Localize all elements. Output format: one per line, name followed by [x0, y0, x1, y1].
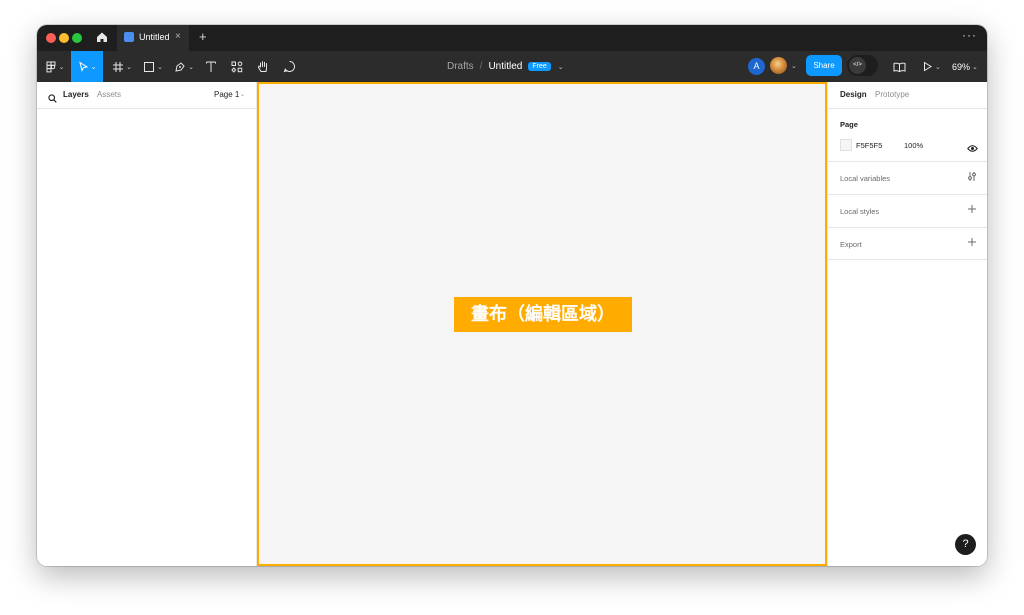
- close-window-button[interactable]: [46, 33, 56, 43]
- resources-button[interactable]: [228, 51, 246, 82]
- dev-mode-code-icon: </>: [849, 57, 866, 74]
- rectangle-tool-icon: [144, 61, 155, 72]
- text-tool-button[interactable]: [202, 51, 220, 82]
- file-tab[interactable]: Untitled ×: [117, 25, 189, 51]
- avatar-chevron-down-icon[interactable]: ⌄: [791, 62, 797, 70]
- text-tool-icon: [206, 61, 216, 72]
- frame-tool-button[interactable]: ⌄: [109, 51, 135, 82]
- home-icon[interactable]: [95, 30, 109, 44]
- page-chevron-down-icon[interactable]: ⌄: [240, 91, 245, 98]
- canvas-annotation-label: 畫布（編輯區域）: [454, 297, 632, 332]
- library-book-icon[interactable]: [893, 51, 906, 82]
- page-section: Page: [828, 108, 987, 162]
- resources-icon: [231, 61, 243, 73]
- local-styles-label: Local styles: [840, 207, 880, 216]
- figma-file-icon: [124, 32, 134, 42]
- more-options-icon[interactable]: ···: [962, 28, 977, 42]
- help-button[interactable]: ?: [955, 534, 976, 555]
- export-section[interactable]: Export: [828, 228, 987, 260]
- file-menu-chevron-icon[interactable]: ⌄: [558, 63, 564, 71]
- page-color-swatch[interactable]: [840, 139, 852, 151]
- minimize-window-button[interactable]: [59, 33, 69, 43]
- left-panel: Layers Assets Page 1 ⌄: [37, 82, 257, 566]
- local-variables-label: Local variables: [840, 174, 891, 183]
- new-tab-button[interactable]: +: [199, 29, 207, 44]
- plan-badge: Free: [528, 62, 551, 71]
- page-color-hex[interactable]: F5F5F5: [856, 141, 882, 150]
- user-avatar-a[interactable]: A: [747, 57, 766, 76]
- comment-tool-icon: [283, 61, 295, 73]
- file-title[interactable]: Untitled: [488, 61, 522, 72]
- toolbar: ⌄ ⌄ ⌄ ⌄ ⌄ Drafts / Untitled Free ⌄ A ⌄ S…: [37, 51, 987, 82]
- user-avatar-photo[interactable]: [770, 57, 787, 74]
- maximize-window-button[interactable]: [72, 33, 82, 43]
- comment-tool-button[interactable]: [280, 51, 298, 82]
- tab-prototype[interactable]: Prototype: [875, 90, 909, 99]
- local-styles-section[interactable]: Local styles: [828, 195, 987, 228]
- frame-tool-icon: [113, 61, 124, 72]
- canvas-area[interactable]: 畫布（編輯區域）: [257, 82, 827, 566]
- pen-tool-button[interactable]: ⌄: [171, 51, 197, 82]
- tab-design[interactable]: Design: [840, 90, 867, 99]
- variables-adjust-icon[interactable]: [967, 171, 977, 185]
- tab-layers[interactable]: Layers: [63, 90, 89, 99]
- page-section-title: Page: [840, 120, 858, 129]
- right-panel-tabs: Design Prototype: [828, 82, 987, 109]
- breadcrumb: Drafts / Untitled Free ⌄: [447, 51, 564, 82]
- zoom-level: 69%: [952, 61, 971, 72]
- add-export-plus-icon[interactable]: [967, 237, 977, 250]
- file-tab-label: Untitled: [139, 32, 170, 42]
- move-tool-button[interactable]: ⌄: [71, 51, 103, 82]
- title-bar: Untitled × + ···: [37, 25, 987, 51]
- hand-tool-button[interactable]: [254, 51, 272, 82]
- eye-icon[interactable]: [967, 140, 978, 158]
- dev-mode-toggle[interactable]: </>: [847, 55, 878, 76]
- zoom-menu[interactable]: 69% ⌄: [952, 51, 978, 82]
- local-variables-section[interactable]: Local variables: [828, 162, 987, 195]
- add-style-plus-icon[interactable]: [967, 204, 977, 217]
- rectangle-tool-button[interactable]: ⌄: [140, 51, 166, 82]
- pen-tool-icon: [175, 61, 185, 72]
- page-selector[interactable]: Page 1: [214, 90, 239, 99]
- main-menu-icon: [46, 61, 56, 72]
- hand-tool-icon: [257, 61, 267, 72]
- close-tab-icon[interactable]: ×: [175, 31, 181, 42]
- present-play-button[interactable]: ⌄: [922, 51, 941, 82]
- breadcrumb-separator: /: [479, 61, 483, 72]
- export-label: Export: [840, 240, 862, 249]
- main-menu-button[interactable]: ⌄: [42, 51, 68, 82]
- move-tool-icon: [78, 61, 88, 72]
- play-icon: [924, 61, 932, 72]
- right-panel: Design Prototype Page F5F5F5 100% Local …: [827, 82, 987, 566]
- search-icon[interactable]: [48, 90, 57, 108]
- app-window: Untitled × + ··· ⌄ ⌄ ⌄ ⌄ ⌄ Drafts / Unti…: [37, 25, 987, 566]
- share-button[interactable]: Share: [806, 55, 842, 76]
- tab-assets[interactable]: Assets: [97, 90, 121, 99]
- breadcrumb-drafts[interactable]: Drafts: [447, 61, 474, 72]
- page-opacity[interactable]: 100%: [904, 141, 923, 150]
- left-panel-tabs: Layers Assets Page 1 ⌄: [37, 82, 256, 109]
